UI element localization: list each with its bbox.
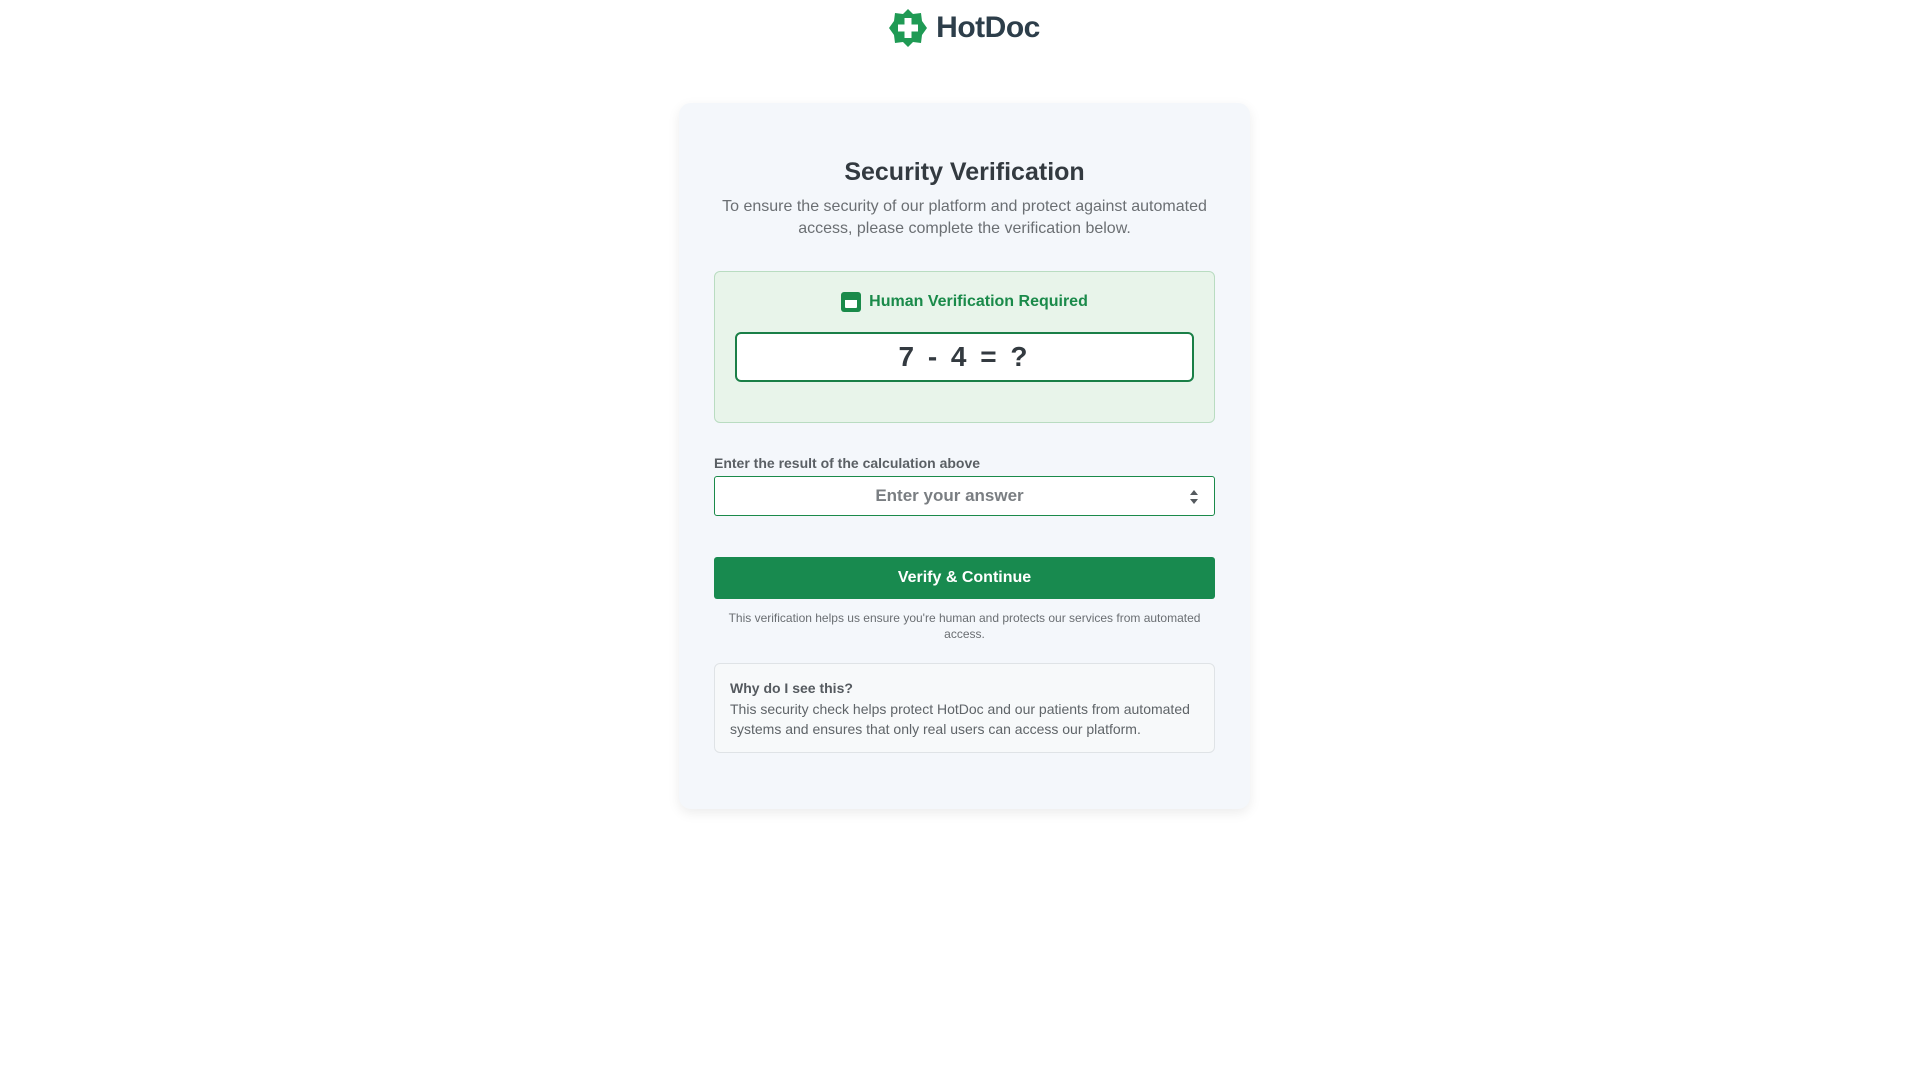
verify-continue-button[interactable]: Verify & Continue: [714, 557, 1215, 599]
answer-label: Enter the result of the calculation abov…: [714, 455, 981, 471]
why-text: This security check helps protect HotDoc…: [730, 701, 1190, 737]
why-info-box: Why do I see this? This security check h…: [714, 663, 1215, 753]
number-spinner-icon[interactable]: [1188, 488, 1200, 506]
answer-input[interactable]: [715, 477, 1214, 515]
captcha-equation: 7 - 4 = ?: [735, 332, 1194, 382]
header: HotDoc: [0, 8, 1920, 48]
verification-note: This verification helps us ensure you're…: [728, 611, 1201, 641]
window-icon: [841, 292, 862, 312]
medical-cross-icon: [889, 9, 928, 47]
page-title: Security Verification: [844, 158, 1085, 186]
verification-heading-label: Human Verification Required: [869, 293, 1088, 310]
human-verification-box: Human Verification Required 7 - 4 = ?: [714, 271, 1215, 423]
verification-card: Security Verification To ensure the secu…: [679, 103, 1250, 809]
answer-field: [714, 476, 1215, 516]
page-subtitle: To ensure the security of our platform a…: [722, 198, 1207, 237]
brand-logo[interactable]: HotDoc: [888, 8, 1040, 48]
brand-name: HotDoc: [936, 11, 1040, 44]
verification-heading: Human Verification Required: [715, 292, 1214, 312]
why-title: Why do I see this?: [730, 680, 853, 696]
